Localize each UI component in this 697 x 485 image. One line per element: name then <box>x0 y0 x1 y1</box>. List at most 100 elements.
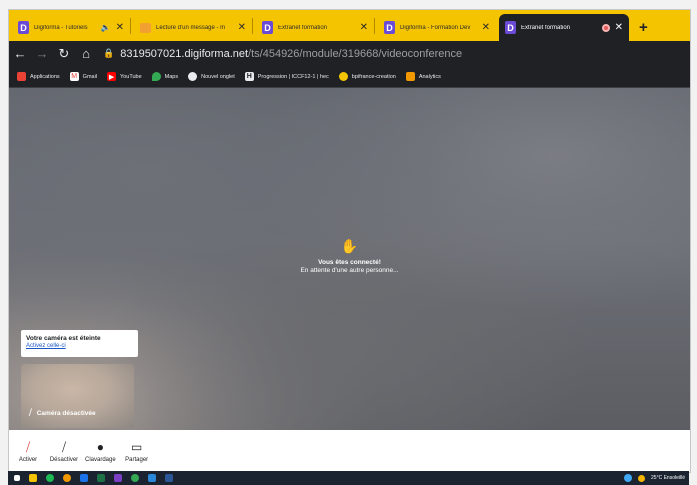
back-icon[interactable]: ← <box>9 46 31 61</box>
tab-title: Lecture d'un message - m <box>156 24 226 31</box>
spotify-icon[interactable] <box>46 474 54 482</box>
url-host: 8319507021.digiforma.net <box>120 47 249 60</box>
digiforma-icon: D <box>262 21 273 34</box>
bookmark-bpifrance[interactable]: bpifrance-creation <box>338 72 396 81</box>
tab-separator <box>374 17 375 34</box>
close-icon[interactable]: ✕ <box>482 22 490 33</box>
bookmark-label: YouTube <box>120 73 142 80</box>
call-controls: ⧸ Activer ⧸ Désactiver ● Clavardage ▭ Pa… <box>9 430 690 472</box>
chrome-icon[interactable] <box>63 474 71 482</box>
youtube-icon: ▶ <box>107 72 117 81</box>
recording-icon <box>601 23 610 32</box>
bookmark-label: Applications <box>30 73 60 80</box>
bookmark-gmail[interactable]: M Gmail <box>69 72 98 81</box>
close-icon[interactable]: ✕ <box>238 22 246 33</box>
close-icon[interactable]: ✕ <box>360 22 368 33</box>
camera-off-notice: Votre caméra est éteinte Activez celle-c… <box>21 330 138 357</box>
bookmark-applications[interactable]: Applications <box>17 72 60 81</box>
digiforma-icon: D <box>505 21 516 34</box>
excel-icon[interactable] <box>97 474 105 482</box>
analytics-icon <box>405 72 415 81</box>
windows-taskbar: 25°C Ensoleillé <box>8 471 689 485</box>
tab-separator <box>252 17 253 34</box>
reload-icon[interactable]: ↻ <box>53 46 75 62</box>
digiforma-icon: D <box>384 21 395 34</box>
system-tray: 25°C Ensoleillé <box>624 474 689 482</box>
windows-start-icon[interactable] <box>14 475 20 481</box>
browser-window: D Digiforma - Tutoriels 🔈 ✕ Lecture d'un… <box>8 9 691 473</box>
bookmark-progression[interactable]: H Progression | ICCF12-1 | hec <box>244 72 329 81</box>
network-icon[interactable] <box>624 474 633 482</box>
store-icon[interactable] <box>148 474 156 482</box>
tab-formation-dev[interactable]: D Digiforma - Formation Dev ✕ <box>378 14 496 41</box>
digiforma-icon: D <box>18 21 29 34</box>
self-view-tile: ⧸ Caméra désactivée <box>21 364 134 428</box>
chat-button[interactable]: ● Clavardage <box>85 430 116 472</box>
bookmarks-bar: Applications M Gmail ▶ YouTube Maps Nouv… <box>9 66 690 88</box>
share-screen-button[interactable]: ▭ Partager <box>122 430 152 472</box>
connection-status: ✋ Vous êtes connecté! En attente d'une a… <box>9 238 690 274</box>
control-label: Désactiver <box>49 457 79 463</box>
video-area: ✋ Vous êtes connecté! En attente d'une a… <box>9 88 690 430</box>
close-icon[interactable]: ✕ <box>615 22 623 33</box>
new-tab-button[interactable]: + <box>639 19 648 36</box>
tab-extranet-formation-active[interactable]: D Extranet formation ✕ <box>499 14 629 41</box>
address-bar[interactable]: 🔒 8319507021.digiforma.net/ts/454926/mod… <box>103 44 690 64</box>
tab-title: Digiforma - Tutoriels <box>34 24 88 31</box>
sun-icon <box>638 474 646 482</box>
tab-title: Extranet formation <box>521 24 571 31</box>
control-label: Partager <box>125 457 149 463</box>
tab-digiforma-tutoriels[interactable]: D Digiforma - Tutoriels 🔈 ✕ <box>12 14 130 41</box>
bookmark-nouvel-onglet[interactable]: Nouvel onglet <box>188 72 235 81</box>
bookmark-label: Analytics <box>418 73 441 80</box>
control-label: Activer <box>18 457 38 463</box>
tab-title: Digiforma - Formation Dev <box>400 24 471 31</box>
camera-off-icon: ⧸ <box>29 408 32 417</box>
tab-lecture-message[interactable]: Lecture d'un message - m ✕ <box>134 14 252 41</box>
camera-off-title: Votre caméra est éteinte <box>26 335 101 342</box>
word-icon[interactable] <box>165 474 173 482</box>
home-icon[interactable]: ⌂ <box>75 46 97 61</box>
hec-icon: H <box>244 72 254 81</box>
lock-icon[interactable]: 🔒 <box>103 48 114 59</box>
bookmark-analytics[interactable]: Analytics <box>405 72 441 81</box>
apps-grid-icon <box>17 72 26 81</box>
bookmark-label: Gmail <box>82 73 98 80</box>
outlook-icon[interactable] <box>80 474 88 482</box>
chat-icon: ● <box>96 440 104 454</box>
onenote-icon[interactable] <box>114 474 122 482</box>
bookmark-maps[interactable]: Maps <box>151 72 179 81</box>
waving-hand-icon: ✋ <box>340 238 359 254</box>
bookmark-label: Nouvel onglet <box>201 73 235 80</box>
tab-title: Extranet formation <box>278 24 328 31</box>
connected-text: Vous êtes connecté! <box>318 259 381 266</box>
tab-extranet-formation[interactable]: D Extranet formation ✕ <box>256 14 374 41</box>
address-toolbar: ← → ↻ ⌂ 🔒 8319507021.digiforma.net/ts/45… <box>9 41 690 66</box>
mail-icon <box>140 22 151 33</box>
control-label: Clavardage <box>85 457 116 463</box>
forward-icon[interactable]: → <box>31 46 53 61</box>
app-icon[interactable] <box>131 474 139 482</box>
bpi-icon <box>338 72 348 81</box>
bookmark-youtube[interactable]: ▶ YouTube <box>107 72 142 81</box>
bookmark-label: Maps <box>164 73 179 80</box>
bookmark-label: bpifrance-creation <box>351 73 396 80</box>
gmail-icon: M <box>69 72 79 81</box>
bookmark-label: Progression | ICCF12-1 | hec <box>257 73 329 80</box>
mute-microphone-button[interactable]: ⧸ Désactiver <box>49 430 79 472</box>
close-icon[interactable]: ✕ <box>116 22 124 33</box>
url-path: /ts/454926/module/319668/videoconference <box>248 47 463 60</box>
tab-separator <box>130 17 131 34</box>
maps-icon <box>151 72 161 81</box>
globe-icon <box>188 72 198 81</box>
self-view-label: ⧸ Caméra désactivée <box>29 408 96 418</box>
enable-camera-link[interactable]: Activez celle-ci <box>26 343 133 349</box>
camera-disabled-text: Caméra désactivée <box>36 409 96 417</box>
speaker-icon[interactable]: 🔈 <box>101 23 111 32</box>
enable-camera-button[interactable]: ⧸ Activer <box>13 430 43 472</box>
camera-off-icon: ⧸ <box>25 440 31 454</box>
file-explorer-icon[interactable] <box>29 474 37 482</box>
screen-share-icon: ▭ <box>131 440 143 454</box>
tab-strip: D Digiforma - Tutoriels 🔈 ✕ Lecture d'un… <box>9 10 690 41</box>
weather-text[interactable]: 25°C Ensoleillé <box>651 475 685 481</box>
